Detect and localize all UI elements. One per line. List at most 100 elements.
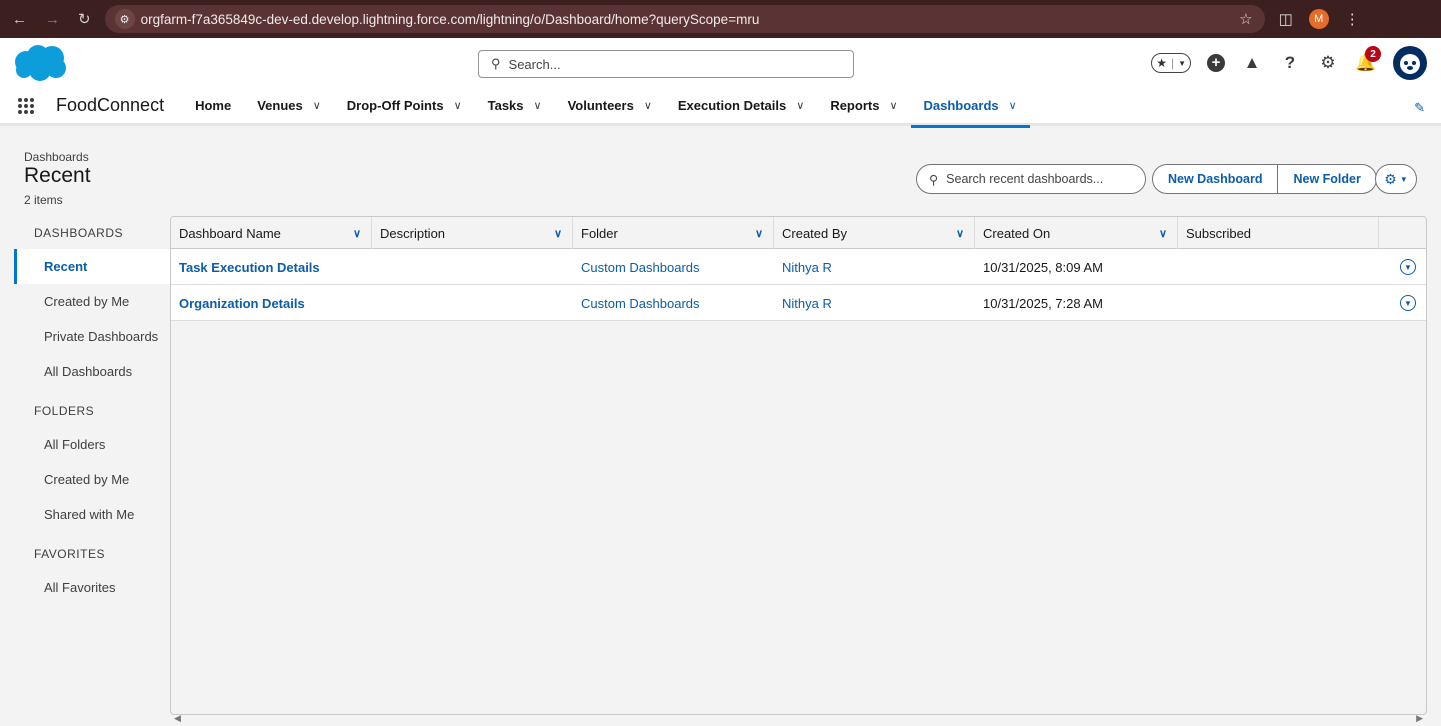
browser-actions: ◫ M ⋮ xyxy=(1279,9,1360,29)
new-folder-button[interactable]: New Folder xyxy=(1278,164,1377,194)
nav-item-label: Execution Details xyxy=(677,98,787,113)
row-actions-dropdown-icon[interactable]: ▼ xyxy=(1400,259,1416,275)
chevron-down-icon[interactable]: ∨ xyxy=(534,99,542,112)
horizontal-scrollbar[interactable]: ◀ ▶ xyxy=(170,711,1427,726)
nav-item-label: Home xyxy=(195,98,232,113)
nav-item-venues[interactable]: Venues ∨ xyxy=(244,87,334,125)
chevron-down-icon[interactable]: ∨ xyxy=(313,99,321,112)
column-chevron-icon[interactable]: ∨ xyxy=(554,227,562,240)
sidebar-item-all-favorites[interactable]: All Favorites xyxy=(14,570,170,605)
created-by-link[interactable]: Nithya R xyxy=(774,285,975,321)
page-eyebrow: Dashboards xyxy=(24,150,89,164)
nav-item-tasks[interactable]: Tasks ∨ xyxy=(475,87,555,125)
column-label: Subscribed xyxy=(1186,225,1252,241)
global-actions-plus-icon[interactable]: + xyxy=(1207,54,1225,72)
new-dashboard-button[interactable]: New Dashboard xyxy=(1152,164,1279,194)
notification-count-badge: 2 xyxy=(1365,46,1381,62)
list-settings-button[interactable]: ⚙ ▼ xyxy=(1375,164,1417,194)
table-header: Dashboard Name ∨ Description ∨ Folder ∨ Cre… xyxy=(171,217,1426,249)
bookmark-star-icon[interactable]: ☆ xyxy=(1239,10,1252,28)
column-label: Folder xyxy=(581,225,618,241)
user-avatar-icon xyxy=(1400,54,1420,74)
edit-nav-pencil-icon[interactable]: ✎ xyxy=(1414,100,1425,116)
reload-icon[interactable]: ↻ xyxy=(78,10,91,28)
chevron-down-icon[interactable]: ∨ xyxy=(889,99,897,112)
extensions-icon[interactable]: ◫ xyxy=(1279,10,1293,28)
search-recent-dashboards-input[interactable]: ⚲ Search recent dashboards... xyxy=(916,164,1146,194)
favorites-button[interactable]: ★ | ▼ xyxy=(1151,53,1191,73)
notifications-bell-icon[interactable]: 🔔 2 xyxy=(1355,46,1381,74)
row-actions-dropdown-icon[interactable]: ▼ xyxy=(1400,295,1416,311)
sidebar-item-shared-with-me[interactable]: Shared with Me xyxy=(14,497,170,532)
nav-item-drop-off-points[interactable]: Drop-Off Points ∨ xyxy=(334,87,475,125)
dashboard-name-link[interactable]: Organization Details xyxy=(171,285,372,321)
chevron-down-icon[interactable]: ∨ xyxy=(796,99,804,112)
column-chevron-icon[interactable]: ∨ xyxy=(353,227,361,240)
back-icon[interactable]: ← xyxy=(12,11,27,28)
app-navigation-bar: FoodConnect Home Venues ∨ Drop-Off Points… xyxy=(0,87,1441,128)
column-chevron-icon[interactable]: ∨ xyxy=(1159,227,1167,240)
nav-item-reports[interactable]: Reports ∨ xyxy=(817,87,910,125)
column-header-subscribed[interactable]: Subscribed xyxy=(1178,217,1379,249)
scroll-right-icon[interactable]: ▶ xyxy=(1416,713,1423,724)
folder-link[interactable]: Custom Dashboards xyxy=(573,249,774,285)
setup-gear-icon[interactable]: ⚙ xyxy=(1317,52,1339,74)
nav-item-volunteers[interactable]: Volunteers ∨ xyxy=(555,87,665,125)
browser-nav: ← → ↻ xyxy=(12,10,91,29)
nav-item-execution-details[interactable]: Execution Details ∨ xyxy=(665,87,817,125)
chevron-down-icon: ▼ xyxy=(1399,174,1408,184)
column-header-description[interactable]: Description ∨ xyxy=(372,217,573,249)
sidebar-item-private-dashboards[interactable]: Private Dashboards xyxy=(14,319,170,354)
column-header-actions xyxy=(1379,217,1426,249)
column-label: Description xyxy=(380,225,446,241)
search-icon: ⚲ xyxy=(929,172,939,187)
column-label: Dashboard Name xyxy=(179,225,281,241)
trailhead-icon[interactable]: ▲ xyxy=(1241,52,1263,74)
chevron-down-icon[interactable]: ∨ xyxy=(644,99,652,112)
sidebar-item-all-folders[interactable]: All Folders xyxy=(14,427,170,462)
sidebar-item-folders-created-by-me[interactable]: Created by Me xyxy=(14,462,170,497)
item-count: 2 items xyxy=(24,193,63,207)
nav-item-label: Dashboards xyxy=(923,98,999,113)
nav-item-label: Tasks xyxy=(487,98,524,113)
sidebar-item-created-by-me[interactable]: Created by Me xyxy=(14,284,170,319)
sidebar-item-all-dashboards[interactable]: All Dashboards xyxy=(14,354,170,389)
user-avatar[interactable] xyxy=(1393,46,1427,80)
help-icon[interactable]: ? xyxy=(1279,52,1301,74)
address-bar[interactable]: ⚙ orgfarm-f7a365849c-dev-ed.develop.ligh… xyxy=(104,5,1265,33)
dashboard-name-link[interactable]: Task Execution Details xyxy=(171,249,372,285)
description-cell xyxy=(372,285,573,321)
app-launcher-icon[interactable] xyxy=(18,97,34,114)
table-row: Organization Details Custom Dashboards N… xyxy=(171,285,1426,321)
folder-link[interactable]: Custom Dashboards xyxy=(573,285,774,321)
dashboards-table: Dashboard Name ∨ Description ∨ Folder ∨ Cre… xyxy=(170,216,1427,715)
column-chevron-icon[interactable]: ∨ xyxy=(956,227,964,240)
column-label: Created On xyxy=(983,225,1051,241)
column-header-folder[interactable]: Folder ∨ xyxy=(573,217,774,249)
scroll-left-icon[interactable]: ◀ xyxy=(174,713,181,724)
forward-icon[interactable]: → xyxy=(45,11,60,28)
created-on-cell: 10/31/2025, 8:09 AM xyxy=(983,259,1103,275)
sidebar-item-recent[interactable]: Recent xyxy=(14,249,170,284)
created-by-link[interactable]: Nithya R xyxy=(774,249,975,285)
site-info-icon[interactable]: ⚙ xyxy=(114,9,135,29)
gear-icon: ⚙ xyxy=(1384,170,1397,187)
column-header-dashboard-name[interactable]: Dashboard Name ∨ xyxy=(171,217,372,249)
browser-menu-icon[interactable]: ⋮ xyxy=(1345,10,1360,28)
chevron-down-icon: ▼ xyxy=(1178,58,1186,68)
chevron-down-icon[interactable]: ∨ xyxy=(1009,99,1017,112)
nav-item-home[interactable]: Home xyxy=(182,87,244,125)
column-chevron-icon[interactable]: ∨ xyxy=(755,227,763,240)
column-header-created-by[interactable]: Created By ∨ xyxy=(774,217,975,249)
search-icon: ⚲ xyxy=(491,56,501,71)
global-search-input[interactable]: ⚲ Search... xyxy=(478,50,854,78)
description-cell xyxy=(372,249,573,285)
browser-profile-avatar[interactable]: M xyxy=(1308,9,1329,29)
subscribed-cell xyxy=(1178,285,1379,321)
subscribed-cell xyxy=(1178,249,1379,285)
salesforce-logo[interactable] xyxy=(12,44,68,82)
global-header: ⚲ Search... ★ | ▼ + ▲ ? ⚙ 🔔 2 xyxy=(0,38,1441,88)
nav-item-dashboards[interactable]: Dashboards ∨ xyxy=(910,87,1030,128)
column-header-created-on[interactable]: Created On ∨ xyxy=(975,217,1178,249)
chevron-down-icon[interactable]: ∨ xyxy=(454,99,462,112)
